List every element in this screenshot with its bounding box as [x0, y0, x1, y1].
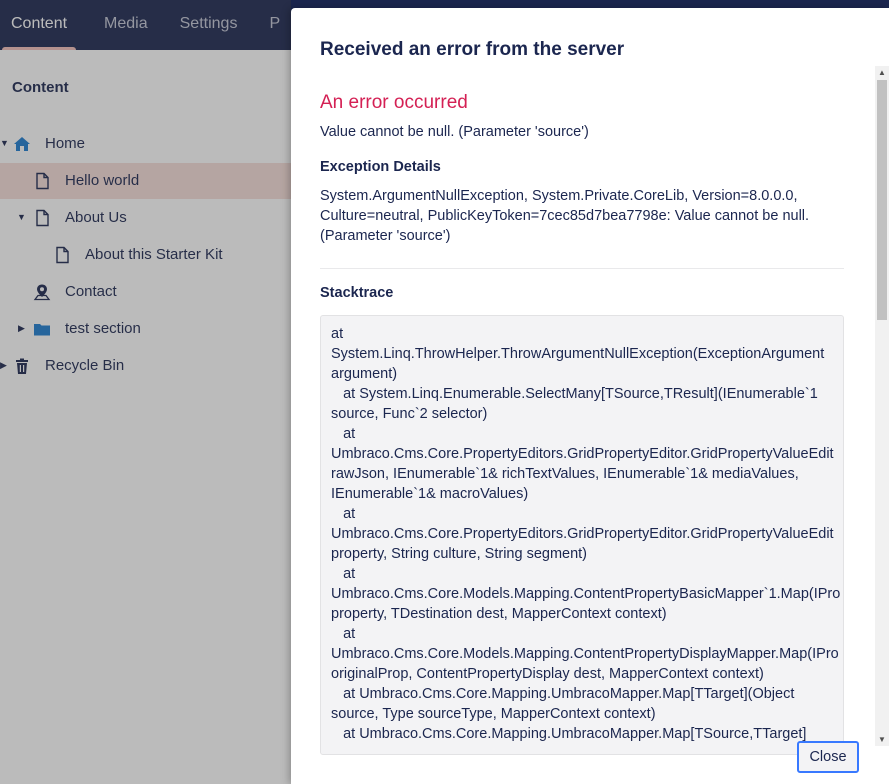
- modal-overlay[interactable]: [0, 0, 291, 784]
- section-divider: [320, 268, 844, 269]
- exception-line: System.ArgumentNullException, System.Pri…: [320, 188, 798, 204]
- stacktrace-text: at System.Linq.ThrowHelper.ThrowArgument…: [331, 326, 841, 742]
- close-button[interactable]: Close: [797, 741, 859, 773]
- scroll-down-arrow-icon[interactable]: ▼: [878, 735, 886, 744]
- dialog-scrollbar[interactable]: ▲ ▼: [875, 66, 889, 746]
- error-dialog: Received an error from the server An err…: [291, 8, 889, 784]
- error-message: Value cannot be null. (Parameter 'source…: [320, 124, 589, 140]
- scrollbar-thumb[interactable]: [877, 80, 887, 320]
- stacktrace-heading: Stacktrace: [320, 285, 394, 301]
- scroll-up-arrow-icon[interactable]: ▲: [878, 68, 886, 77]
- exception-details-text: System.ArgumentNullException, System.Pri…: [320, 186, 835, 246]
- stacktrace-box[interactable]: at System.Linq.ThrowHelper.ThrowArgument…: [320, 315, 844, 755]
- exception-line: Culture=neutral, PublicKeyToken=7cec85d7…: [320, 208, 810, 224]
- dialog-title: Received an error from the server: [320, 39, 625, 60]
- exception-line: (Parameter 'source'): [320, 228, 451, 244]
- exception-details-heading: Exception Details: [320, 159, 441, 175]
- error-title: An error occurred: [320, 92, 468, 113]
